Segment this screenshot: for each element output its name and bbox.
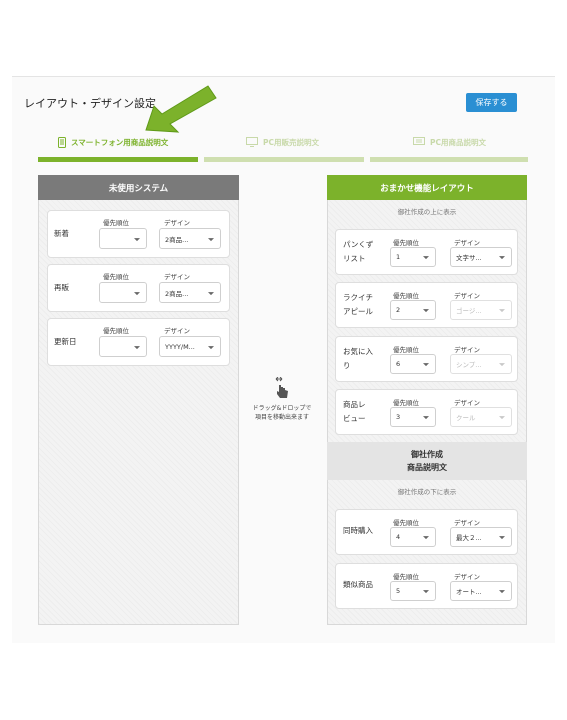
chevron-down-icon (499, 363, 505, 367)
priority-label: 優先順位 (103, 327, 129, 335)
priority-select[interactable]: 4 (390, 527, 436, 547)
monitor-icon (246, 137, 258, 147)
chevron-down-icon (423, 309, 429, 313)
design-label: デザイン (454, 519, 480, 527)
priority-select[interactable]: 5 (390, 581, 436, 601)
chevron-down-icon (208, 291, 214, 295)
design-select[interactable]: シンプ... (450, 354, 512, 374)
design-select[interactable]: 2商品... (159, 228, 221, 249)
design-select[interactable]: 文字サ... (450, 247, 512, 267)
priority-select[interactable]: 6 (390, 354, 436, 374)
chevron-down-icon (423, 590, 429, 594)
chevron-down-icon (423, 363, 429, 367)
chevron-down-icon (134, 345, 140, 349)
item-label: 商品レ ビュー (343, 400, 366, 423)
priority-label: 優先順位 (103, 273, 129, 281)
document-icon (413, 137, 425, 145)
priority-label: 優先順位 (393, 519, 419, 527)
item-label: 再販 (54, 283, 69, 292)
item-label: パンくず リスト (343, 240, 374, 263)
design-select[interactable]: YYYY/M... (159, 336, 221, 357)
tab-label: スマートフォン用商品説明文 (71, 137, 169, 147)
tab-pc-sales-description[interactable]: PC用販売説明文 (246, 136, 319, 148)
chevron-down-icon (499, 590, 505, 594)
priority-label: 優先順位 (393, 399, 419, 407)
priority-select[interactable] (99, 228, 147, 249)
chevron-down-icon (499, 536, 505, 540)
chevron-down-icon (423, 256, 429, 260)
page-title: レイアウト・デザイン設定 (24, 97, 156, 110)
design-label: デザイン (164, 219, 190, 227)
chevron-down-icon (134, 237, 140, 241)
item-label: 類似商品 (343, 580, 373, 589)
design-label: デザイン (454, 573, 480, 581)
tab-smartphone-description[interactable]: スマートフォン用商品説明文 (58, 136, 168, 148)
tab-label: PC用商品説明文 (430, 137, 487, 147)
item-label: 同時購入 (343, 526, 373, 535)
tab-indicator (204, 157, 364, 162)
chevron-down-icon (134, 291, 140, 295)
chevron-down-icon (423, 416, 429, 420)
chevron-down-icon (423, 536, 429, 540)
priority-select[interactable]: 1 (390, 247, 436, 267)
priority-label: 優先順位 (103, 219, 129, 227)
design-select[interactable]: オート... (450, 581, 512, 601)
drag-drop-hint: ドラッグ&ドロップで 項目を移動出来ます (252, 405, 312, 421)
priority-select[interactable]: 3 (390, 407, 436, 427)
design-label: デザイン (164, 273, 190, 281)
above-company-label: 御社作成の上に表示 (397, 208, 457, 216)
tab-indicator-active (38, 157, 198, 162)
item-label: お気に入り (343, 347, 373, 370)
design-select[interactable]: ゴージ... (450, 300, 512, 320)
chevron-down-icon (499, 416, 505, 420)
design-select[interactable]: 最大２... (450, 527, 512, 547)
priority-select[interactable]: 2 (390, 300, 436, 320)
priority-select[interactable] (99, 282, 147, 303)
priority-label: 優先順位 (393, 346, 419, 354)
design-select[interactable]: クール (450, 407, 512, 427)
annotation-arrow-icon (145, 85, 217, 133)
priority-select[interactable] (99, 336, 147, 357)
design-label: デザイン (164, 327, 190, 335)
design-label: デザイン (454, 292, 480, 300)
below-company-label: 御社作成の下に表示 (397, 488, 457, 496)
layout-header: おまかせ機能レイアウト (327, 175, 527, 200)
priority-label: 優先順位 (393, 292, 419, 300)
unused-system-header: 未使用システム (38, 175, 239, 200)
chevron-down-icon (499, 256, 505, 260)
chevron-down-icon (499, 309, 505, 313)
design-label: デザイン (454, 399, 480, 407)
save-button[interactable]: 保存する (466, 93, 517, 112)
drag-hand-icon (275, 377, 288, 398)
item-label: 更新日 (54, 337, 77, 346)
design-label: デザイン (454, 346, 480, 354)
tab-pc-product-description[interactable]: PC用商品説明文 (413, 136, 486, 148)
priority-label: 優先順位 (393, 239, 419, 247)
chevron-down-icon (208, 237, 214, 241)
priority-label: 優先順位 (393, 573, 419, 581)
chevron-down-icon (208, 345, 214, 349)
design-label: デザイン (454, 239, 480, 247)
tab-label: PC用販売説明文 (263, 137, 320, 147)
company-description-block: 御社作成 商品説明文 (327, 442, 527, 480)
design-select[interactable]: 2商品... (159, 282, 221, 303)
smartphone-icon (58, 136, 66, 148)
item-label: 新着 (54, 229, 69, 238)
item-label: ラクイチ アピール (343, 293, 373, 316)
tab-indicator (370, 157, 528, 162)
